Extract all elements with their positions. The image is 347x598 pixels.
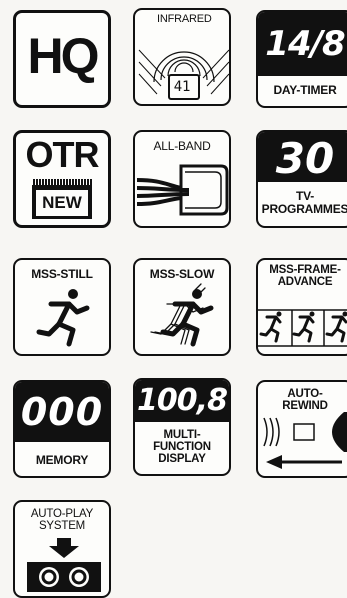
multi-function-display: 100,8	[137, 383, 228, 418]
infrared-channel: 41	[173, 79, 191, 95]
memory-label: MEMORY	[35, 453, 89, 467]
auto-play-system-tile: AUTO-PLAY SYSTEM	[13, 500, 111, 598]
tv-programmes-label: TV- PROGRAMMES	[261, 189, 347, 216]
day-timer-label: DAY-TIMER	[273, 83, 337, 97]
tv-programmes-tile: 30 TV- PROGRAMMES	[256, 130, 347, 228]
feature-icon-sheet: { "hq": {"text": "HQ"}, "infrared": {"la…	[0, 0, 347, 598]
mss-still-tile: MSS-STILL	[13, 258, 111, 356]
running-figure-icon	[36, 289, 90, 347]
hq-tile: HQ	[13, 10, 111, 108]
all-band-tv-icon	[136, 164, 229, 216]
infrared-label: INFRARED	[157, 13, 212, 26]
hq-label: HQ	[27, 28, 100, 84]
frame-advance-filmstrip-icon	[258, 309, 347, 347]
auto-rewind-tile: AUTO- REWIND	[256, 380, 347, 478]
all-band-tile: ALL-BAND	[133, 130, 231, 228]
slow-motion-figure-icon	[150, 283, 214, 347]
mss-slow-tile: MSS-SLOW	[133, 258, 231, 356]
otr-badge-box: NEW	[32, 179, 92, 219]
memory-tile: 000 MEMORY	[13, 380, 111, 478]
rewind-arrow-icon	[263, 412, 347, 469]
multi-function-label: MULTI- FUNCTION DISPLAY	[153, 429, 211, 466]
tv-programmes-display: 30	[275, 134, 335, 183]
cassette-insert-icon	[27, 538, 101, 592]
infrared-tile: INFRARED 41	[133, 8, 231, 106]
otr-badge: NEW	[36, 190, 88, 216]
otr-tile: OTR NEW	[13, 130, 111, 228]
day-timer-display: 14/8	[265, 24, 345, 64]
day-timer-tile: 14/8 DAY-TIMER	[256, 10, 347, 108]
memory-display: 000	[20, 390, 104, 434]
mss-frame-advance-tile: MSS-FRAME- ADVANCE	[256, 258, 347, 356]
multi-function-display-tile: 100,8 MULTI- FUNCTION DISPLAY	[133, 378, 231, 476]
otr-title: OTR	[25, 134, 100, 175]
